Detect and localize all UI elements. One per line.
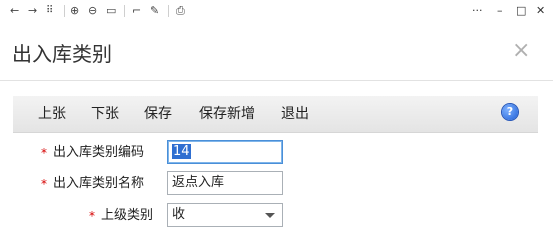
code-value: 14 xyxy=(172,144,191,159)
code-row: * 出入库类别编码 14 xyxy=(0,140,553,166)
close-dialog-icon[interactable]: × xyxy=(512,38,530,64)
parent-value: 收 xyxy=(172,207,186,222)
parent-label: 上级类别 xyxy=(101,208,154,223)
back-icon[interactable]: ← xyxy=(10,3,19,19)
zoom-out-icon[interactable]: ⊖ xyxy=(88,3,97,19)
header-divider xyxy=(0,80,553,81)
save-new-button[interactable]: 保存新增 xyxy=(199,104,255,124)
prev-record-button[interactable]: 上张 xyxy=(38,104,66,124)
fit-icon[interactable]: ▭ xyxy=(106,3,116,19)
edit-icon[interactable]: ✎ xyxy=(150,3,159,19)
window-toolbar: ← → ⠿ ⊕ ⊖ ▭ ⌐ ✎ ⎙ ··· – □ ✕ xyxy=(0,0,553,22)
parent-row: * 上级类别 收 xyxy=(0,203,553,229)
required-mark: * xyxy=(41,177,47,191)
next-record-button[interactable]: 下张 xyxy=(91,104,119,124)
more-icon[interactable]: ··· xyxy=(472,3,483,19)
toolbar-divider xyxy=(64,5,65,17)
maximize-icon[interactable]: □ xyxy=(516,3,526,19)
name-row: * 出入库类别名称 返点入库 xyxy=(0,171,553,197)
name-input[interactable]: 返点入库 xyxy=(167,171,283,195)
help-icon[interactable]: ? xyxy=(502,104,518,120)
action-bar: 上张 下张 保存 保存新增 退出 ? xyxy=(13,96,538,133)
toolbar-divider xyxy=(168,5,169,17)
zoom-in-icon[interactable]: ⊕ xyxy=(70,3,79,19)
save-button[interactable]: 保存 xyxy=(144,104,172,124)
apps-grid-icon[interactable]: ⠿ xyxy=(46,3,53,19)
required-mark: * xyxy=(41,146,47,160)
dialog-title: 出入库类别 xyxy=(12,42,112,66)
close-window-icon[interactable]: ✕ xyxy=(536,3,545,19)
code-label: 出入库类别编码 xyxy=(53,145,145,160)
exit-button[interactable]: 退出 xyxy=(281,104,309,124)
chevron-down-icon[interactable] xyxy=(265,213,275,218)
forward-icon[interactable]: → xyxy=(28,3,37,19)
minimize-icon[interactable]: – xyxy=(497,3,503,19)
toolbar-divider xyxy=(124,5,125,17)
name-label: 出入库类别名称 xyxy=(53,176,145,191)
required-mark: * xyxy=(89,209,95,223)
crop-icon[interactable]: ⌐ xyxy=(132,3,141,19)
code-input[interactable]: 14 xyxy=(167,140,283,164)
save-icon[interactable]: ⎙ xyxy=(176,3,185,19)
